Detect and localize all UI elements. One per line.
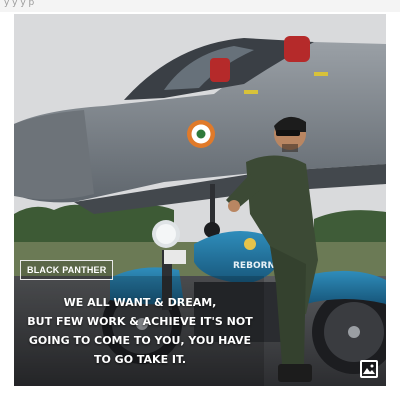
quote-line: BUT FEW WORK & ACHIEVE IT'S NOT <box>27 315 253 328</box>
quote-line: TO GO TAKE IT. <box>93 353 187 366</box>
expand-image-icon <box>363 364 375 374</box>
quote-line: WE ALL WANT & DREAM, <box>63 296 217 309</box>
jet-marking-2 <box>314 72 328 76</box>
brand-badge: BLACK PANTHER <box>20 260 114 280</box>
top-strip: y y y p <box>0 0 400 12</box>
jet-nose <box>14 110 94 200</box>
expand-image-button[interactable] <box>360 360 378 378</box>
header-partial-text: y y y p <box>4 0 35 8</box>
jet-gear <box>210 184 215 226</box>
cockpit-seat-1 <box>210 58 230 82</box>
bike-tank-text: REBORN <box>233 261 275 271</box>
quote-line: GOING TO COME TO YOU, YOU HAVE <box>28 334 252 347</box>
roundel <box>187 120 215 148</box>
quote-text: WE ALL WANT & DREAM, BUT FEW WORK & ACHI… <box>20 293 260 369</box>
cockpit-seat-2 <box>284 36 310 62</box>
post-image[interactable]: REBORN BLACK PANTHER WE ALL WANT & DREAM… <box>14 14 386 386</box>
jet-marking-1 <box>244 90 258 94</box>
